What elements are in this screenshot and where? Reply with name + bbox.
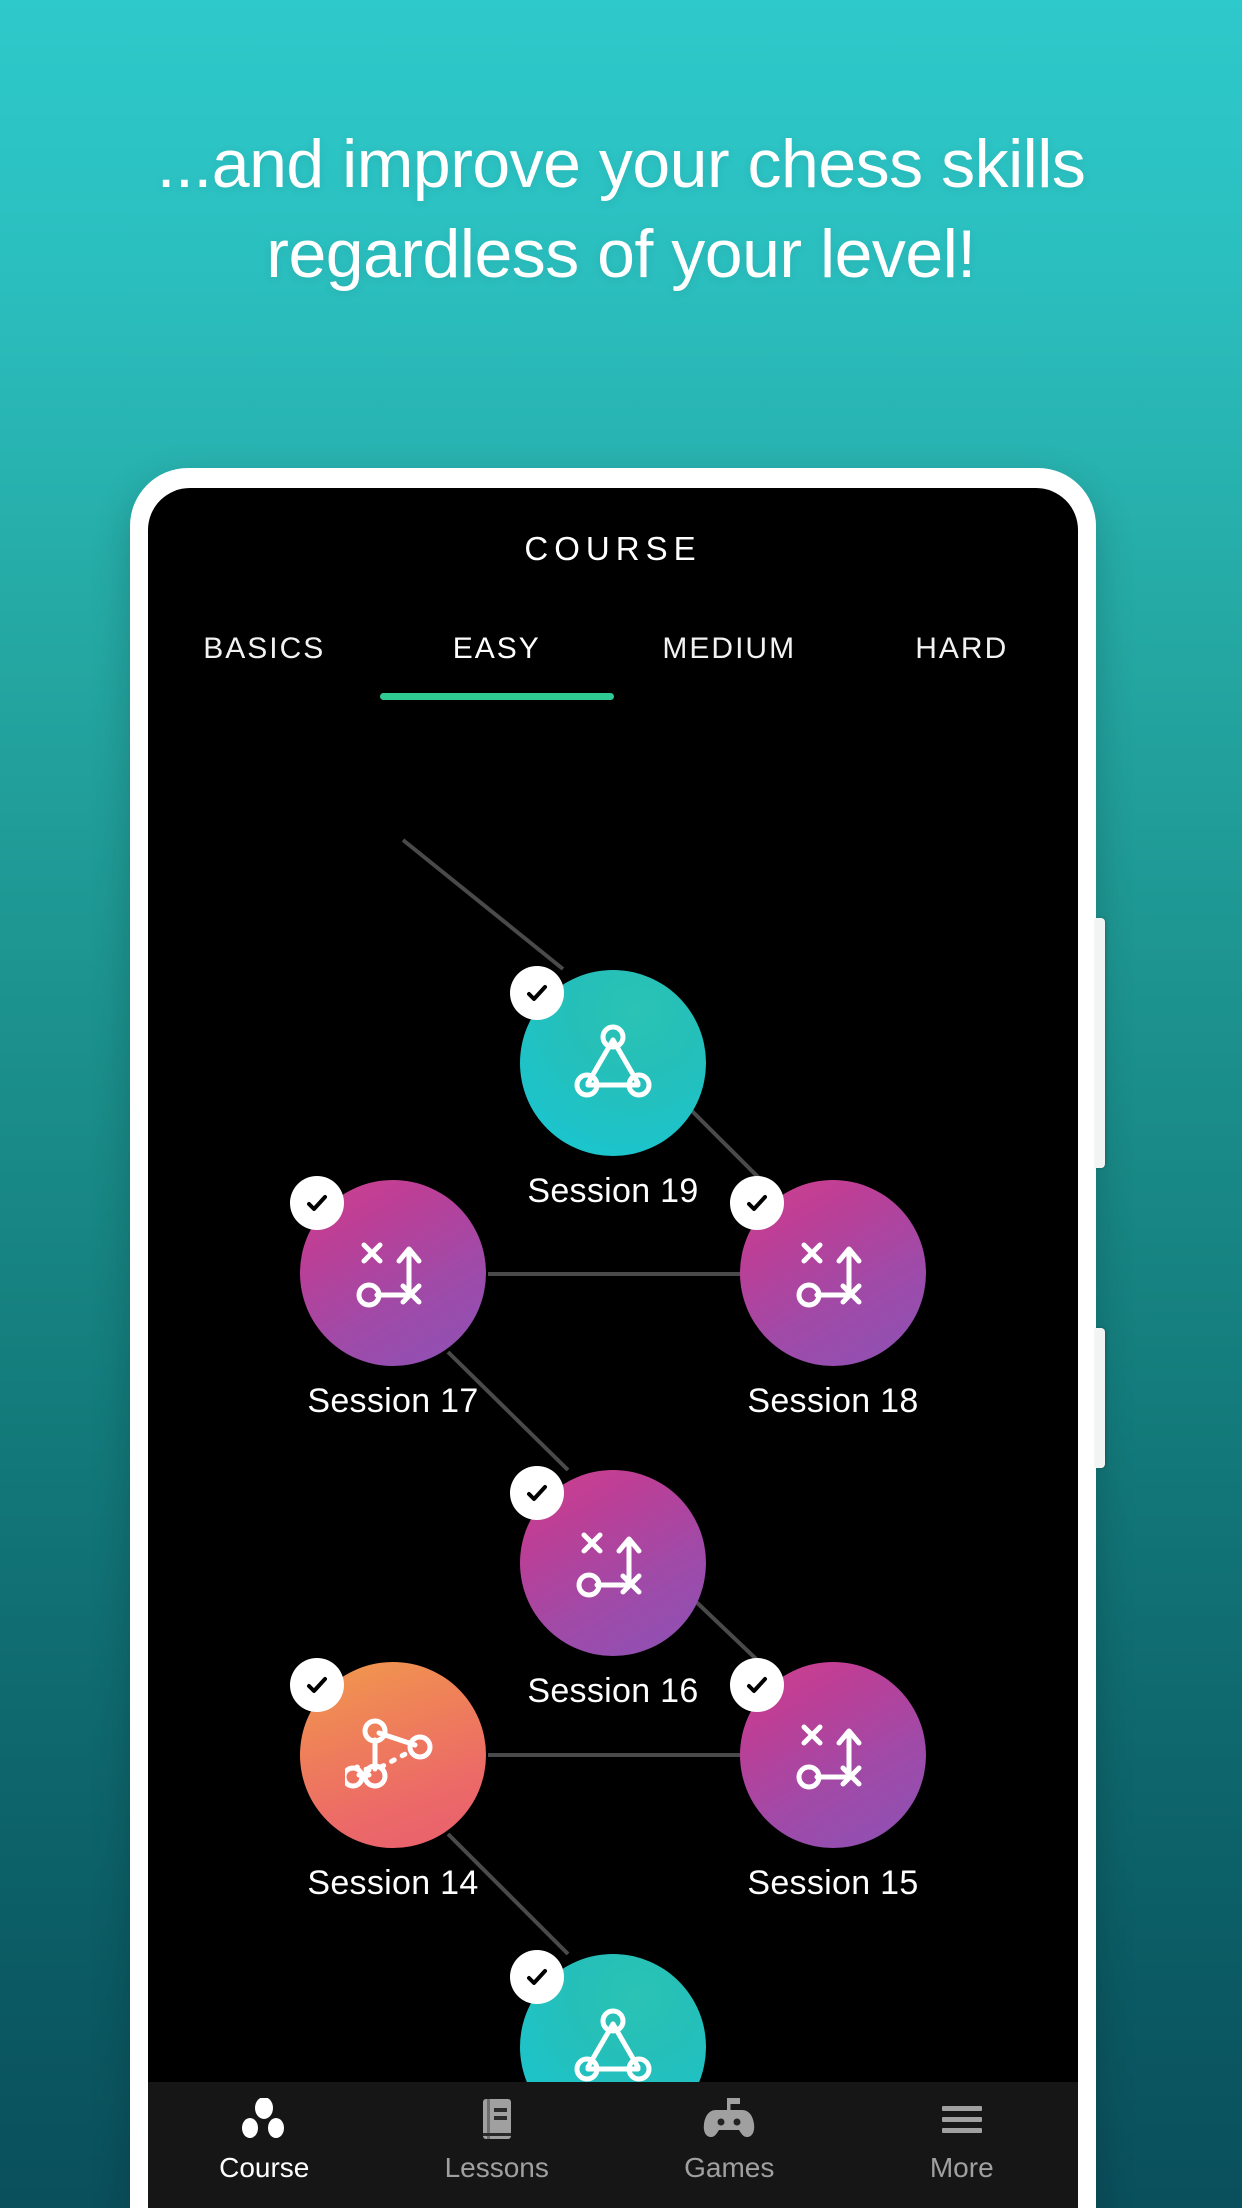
node-network-icon (345, 1718, 433, 1789)
book-icon (477, 2096, 517, 2142)
nav-item-more[interactable]: More (846, 2096, 1079, 2208)
session-label: Session 19 (527, 1172, 699, 1210)
check-icon (747, 1195, 767, 1211)
tab-basics[interactable]: BASICS (148, 610, 381, 722)
tactics-board-icon (796, 1242, 862, 1308)
active-tab-indicator (379, 693, 614, 700)
check-icon (527, 1485, 547, 1501)
check-icon (527, 1969, 547, 1985)
session-node[interactable]: Session 15 (730, 1658, 926, 1903)
nav-item-course[interactable]: Course (148, 2096, 381, 2208)
check-icon (527, 985, 547, 1001)
three-dots-icon (242, 2096, 286, 2142)
completed-badge (730, 1176, 784, 1230)
app-header: COURSE (148, 488, 1078, 610)
bottom-navigation: Course Lessons Games More (148, 2082, 1078, 2208)
headline-line-1: ...and improve your chess skills (156, 126, 1086, 202)
check-icon (307, 1195, 327, 1211)
nav-label: Games (684, 2152, 775, 2183)
nav-label: Course (219, 2152, 310, 2183)
triangle-graph-icon (574, 1024, 652, 1098)
phone-mockup: COURSE BASICS EASY MEDIUM HARD Session 1… (130, 468, 1105, 2208)
promo-headline: ...and improve your chess skills regardl… (0, 120, 1242, 300)
tactics-board-icon (576, 1532, 642, 1598)
volume-up-button[interactable] (1095, 918, 1105, 1168)
session-node-circle[interactable] (290, 1176, 486, 1366)
phone-screen: COURSE BASICS EASY MEDIUM HARD Session 1… (148, 488, 1078, 2208)
hamburger-icon (939, 2096, 985, 2142)
session-node[interactable]: Session 19 (510, 966, 706, 1211)
session-label: Session 15 (747, 1864, 919, 1902)
session-node-circle[interactable] (510, 966, 706, 1156)
course-map[interactable]: Session 19 Session 17 Session 18 Session… (148, 722, 1078, 2102)
tab-easy[interactable]: EASY (379, 610, 614, 722)
completed-badge (730, 1658, 784, 1712)
session-node-circle[interactable] (730, 1176, 926, 1366)
session-node[interactable]: Session 17 (290, 1176, 486, 1421)
nav-label: More (929, 2152, 994, 2183)
headline-line-2: regardless of your level! (266, 215, 976, 292)
session-node[interactable]: Session 18 (730, 1176, 926, 1421)
triangle-graph-icon (574, 2008, 652, 2082)
session-node-circle[interactable] (510, 1466, 706, 1656)
session-label: Session 16 (527, 1672, 699, 1710)
nav-item-games[interactable]: Games (613, 2096, 846, 2208)
completed-badge (510, 966, 564, 1020)
completed-badge (510, 1466, 564, 1520)
tab-label: HARD (915, 632, 1009, 665)
gamepad-icon (703, 2096, 755, 2142)
course-path-connectors (401, 838, 798, 2102)
session-node[interactable]: Session 16 (510, 1466, 706, 1711)
tab-label: MEDIUM (662, 632, 797, 665)
session-node-circle[interactable] (290, 1658, 486, 1848)
session-node-circle[interactable] (510, 1950, 706, 2102)
tactics-board-icon (796, 1724, 862, 1790)
session-node[interactable]: Session 13 (510, 1950, 706, 2102)
volume-down-button[interactable] (1095, 1328, 1105, 1468)
tactics-board-icon (356, 1242, 422, 1308)
session-label: Session 17 (307, 1382, 479, 1420)
session-node-circle[interactable] (730, 1658, 926, 1848)
tab-label: BASICS (203, 632, 326, 665)
tab-label: EASY (452, 632, 541, 665)
tab-hard[interactable]: HARD (846, 610, 1079, 722)
nav-label: Lessons (444, 2152, 549, 2183)
nav-item-lessons[interactable]: Lessons (381, 2096, 614, 2208)
difficulty-tabs: BASICS EASY MEDIUM HARD (148, 610, 1078, 722)
check-icon (747, 1677, 767, 1693)
completed-badge (510, 1950, 564, 2004)
check-icon (307, 1677, 327, 1693)
completed-badge (290, 1176, 344, 1230)
completed-badge (290, 1658, 344, 1712)
tab-medium[interactable]: MEDIUM (613, 610, 846, 722)
page-title: COURSE (524, 530, 702, 567)
session-node[interactable]: Session 14 (290, 1658, 486, 1903)
session-label: Session 14 (307, 1864, 479, 1902)
session-label: Session 18 (747, 1382, 919, 1420)
